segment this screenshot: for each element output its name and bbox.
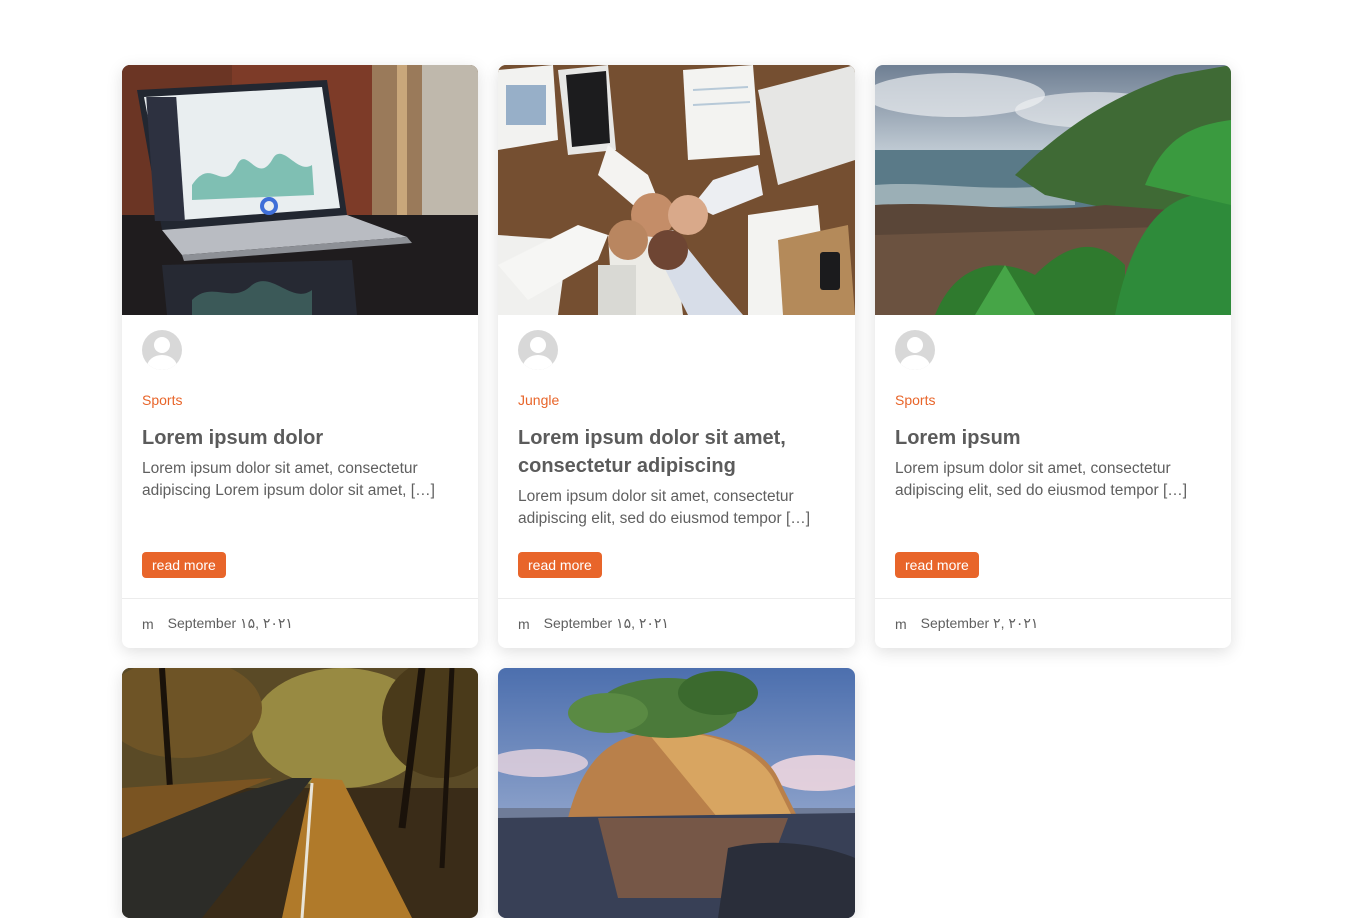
post-image-laptop-dashboard[interactable] <box>122 65 478 315</box>
post-image-tropical-coast[interactable] <box>875 65 1231 315</box>
post-author[interactable]: m <box>518 616 530 632</box>
post-image-rock-island-sunset[interactable] <box>498 668 855 918</box>
author-avatar[interactable] <box>895 330 935 370</box>
post-meta: m September ۱۵, ۲۰۲۱ <box>498 598 855 648</box>
post-author[interactable]: m <box>895 616 907 632</box>
post-body: Sports Lorem ipsum Lorem ipsum dolor sit… <box>875 315 1231 598</box>
author-avatar[interactable] <box>142 330 182 370</box>
post-image-team-fist-bump[interactable] <box>498 65 855 315</box>
post-excerpt: Lorem ipsum dolor sit amet, consectetur … <box>518 488 811 527</box>
post-excerpt: Lorem ipsum dolor sit amet, consectetur … <box>895 460 1188 499</box>
post-category[interactable]: Sports <box>142 392 458 408</box>
post-card <box>498 668 855 918</box>
read-more-button[interactable]: read more <box>142 552 226 578</box>
post-meta: m September ۱۵, ۲۰۲۱ <box>122 598 478 648</box>
post-title[interactable]: Lorem ipsum dolor <box>142 424 458 452</box>
post-body: Sports Lorem ipsum dolor Lorem ipsum dol… <box>122 315 478 598</box>
post-category[interactable]: Sports <box>895 392 1211 408</box>
post-body: Jungle Lorem ipsum dolor sit amet, conse… <box>498 315 855 598</box>
read-more-button[interactable]: read more <box>518 552 602 578</box>
post-category[interactable]: Jungle <box>518 392 835 408</box>
post-date: September ۱۵, ۲۰۲۱ <box>543 615 669 631</box>
post-title[interactable]: Lorem ipsum <box>895 424 1211 452</box>
post-card <box>122 668 478 918</box>
post-author[interactable]: m <box>142 616 154 632</box>
post-excerpt: Lorem ipsum dolor sit amet, consectetur … <box>142 460 435 499</box>
post-image-autumn-forest-road[interactable] <box>122 668 478 918</box>
read-more-button[interactable]: read more <box>895 552 979 578</box>
post-meta: m September ۲, ۲۰۲۱ <box>875 598 1231 648</box>
post-title[interactable]: Lorem ipsum dolor sit amet, consectetur … <box>518 424 835 480</box>
post-date: September ۲, ۲۰۲۱ <box>920 615 1039 631</box>
post-card: Sports Lorem ipsum Lorem ipsum dolor sit… <box>875 65 1231 648</box>
post-card: Jungle Lorem ipsum dolor sit amet, conse… <box>498 65 855 648</box>
post-date: September ۱۵, ۲۰۲۱ <box>167 615 293 631</box>
post-card: Sports Lorem ipsum dolor Lorem ipsum dol… <box>122 65 478 648</box>
author-avatar[interactable] <box>518 330 558 370</box>
posts-grid: Sports Lorem ipsum dolor Lorem ipsum dol… <box>122 65 1231 918</box>
